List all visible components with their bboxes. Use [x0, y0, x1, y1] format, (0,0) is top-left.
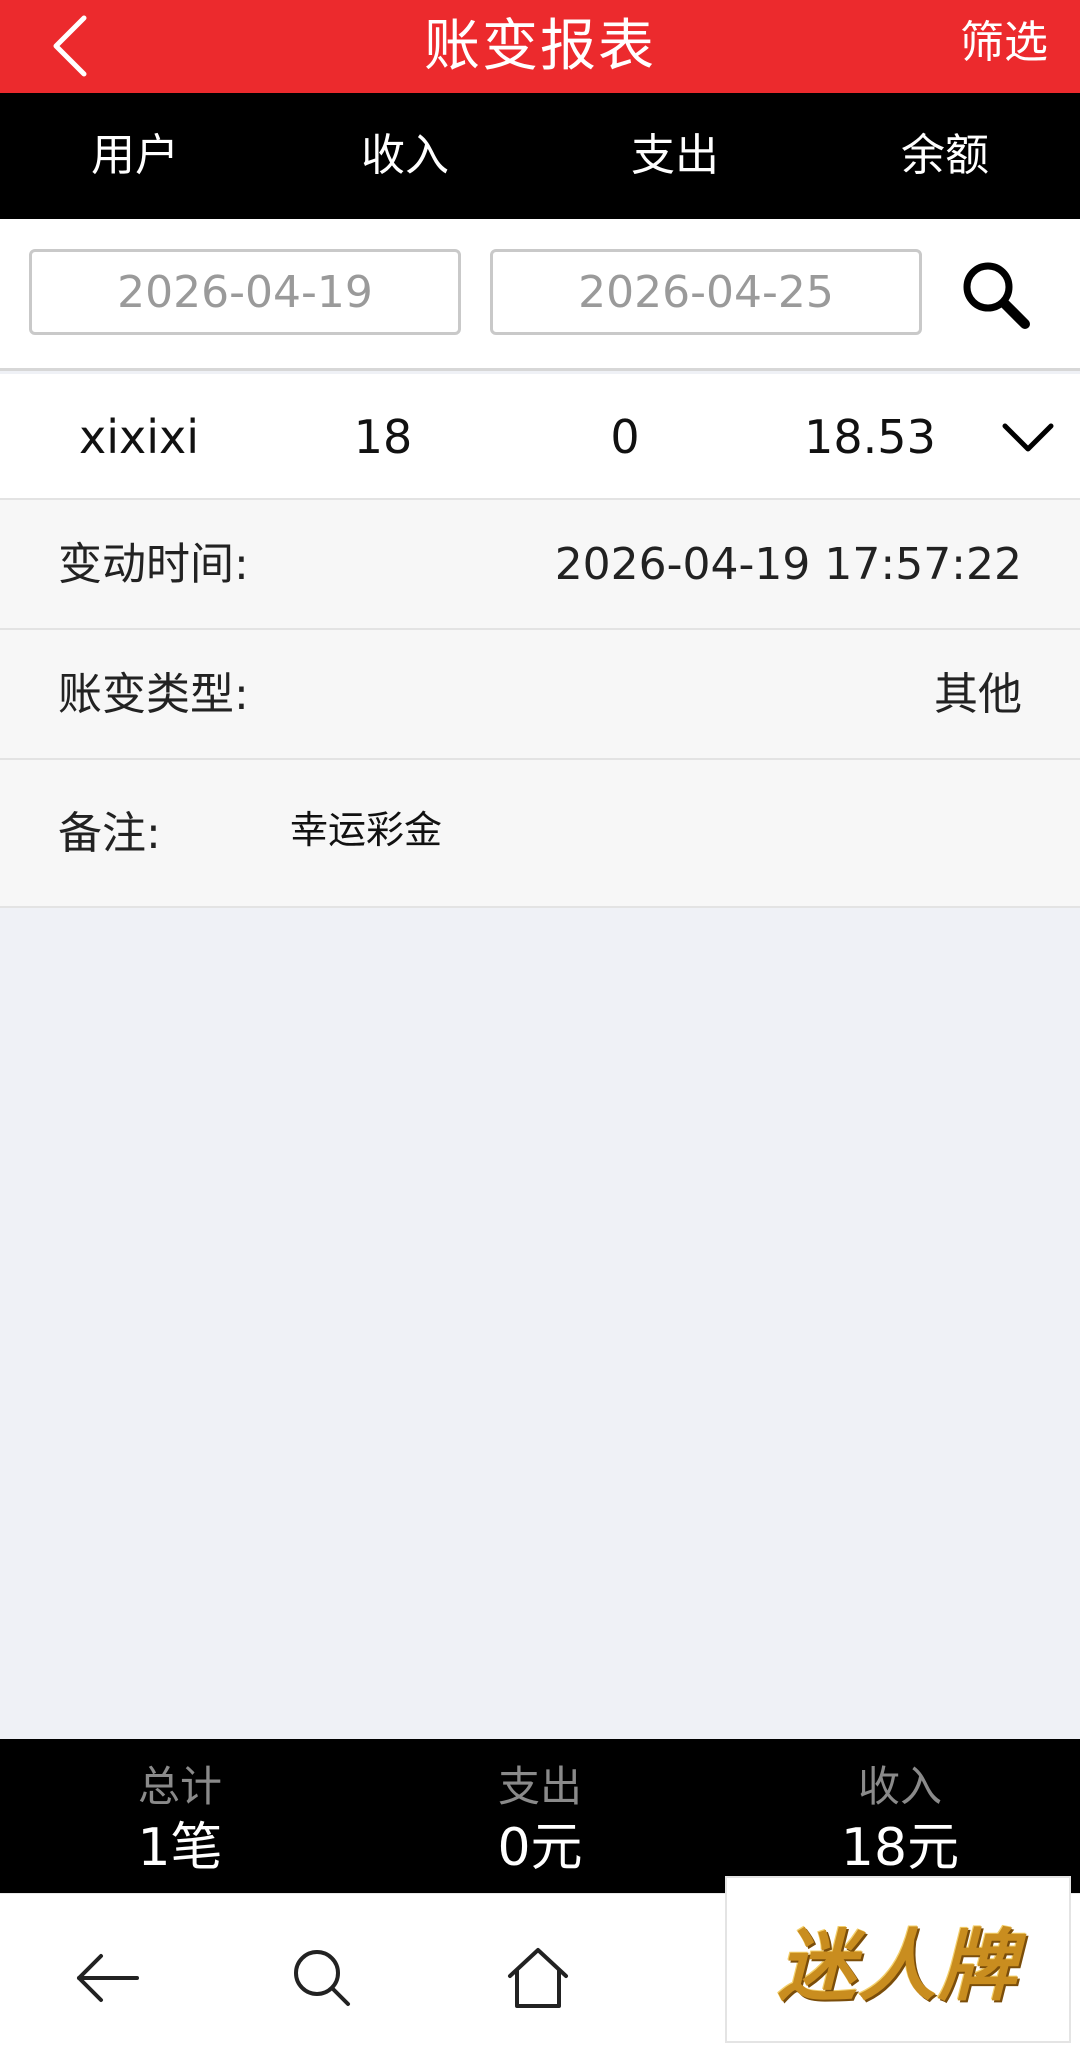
totals-bar: 总计 1笔 支出 0元 收入 18元 [0, 1739, 1080, 1893]
record-balance: 18.53 [804, 410, 936, 464]
totals-income-label: 收入 [857, 1762, 942, 1811]
top-bar: 账变报表 筛选 [0, 0, 1080, 93]
column-header-income: 收入 [361, 130, 449, 181]
totals-expense-value: 0元 [497, 1818, 583, 1878]
totals-count: 总计 1笔 [0, 1739, 360, 1893]
column-header-balance: 余额 [901, 130, 989, 181]
browser-search-button[interactable] [274, 1930, 370, 2026]
detail-time-label: 变动时间: [58, 539, 249, 590]
page-title: 账变报表 [424, 14, 656, 79]
expand-toggle[interactable] [998, 404, 1058, 470]
promo-badge[interactable]: 迷人牌 [725, 1876, 1071, 2043]
record-expense: 0 [610, 410, 640, 464]
record-user: xixixi [78, 410, 199, 464]
record-income: 18 [353, 410, 413, 464]
search-button[interactable] [955, 254, 1035, 334]
browser-back-button[interactable] [60, 1930, 156, 2026]
detail-note-label: 备注: [58, 808, 161, 859]
back-arrow-icon [77, 1954, 139, 2002]
detail-row-time: 变动时间: 2026-04-19 17:57:22 [0, 500, 1080, 630]
filter-button[interactable]: 筛选 [960, 0, 1048, 93]
detail-row-type: 账变类型: 其他 [0, 630, 1080, 760]
browser-home-button[interactable] [490, 1930, 586, 2026]
detail-time-value: 2026-04-19 17:57:22 [554, 539, 1022, 590]
column-header-user: 用户 [91, 130, 179, 181]
totals-expense: 支出 0元 [360, 1739, 720, 1893]
end-date-input[interactable] [490, 249, 922, 335]
detail-note-value: 幸运彩金 [290, 808, 443, 852]
column-header-bar: 用户 收入 支出 余额 [0, 93, 1080, 219]
totals-income-value: 18元 [840, 1818, 960, 1878]
detail-type-label: 账变类型: [58, 669, 249, 720]
search-icon [963, 262, 1030, 329]
detail-type-value: 其他 [934, 669, 1022, 720]
totals-count-value: 1笔 [137, 1818, 223, 1878]
record-row[interactable]: xixixi 18 0 18.53 [0, 374, 1080, 500]
totals-income: 收入 18元 [720, 1739, 1080, 1893]
start-date-input[interactable] [29, 249, 461, 335]
totals-expense-label: 支出 [497, 1762, 582, 1811]
column-header-expense: 支出 [631, 130, 719, 181]
detail-row-note: 备注: 幸运彩金 [0, 760, 1080, 908]
date-filter-row [0, 219, 1080, 371]
home-icon [508, 1948, 568, 2008]
promo-logo: 迷人牌 [777, 1920, 1018, 2012]
totals-count-label: 总计 [137, 1762, 222, 1811]
chevron-down-icon [1002, 423, 1054, 452]
search-icon [294, 1950, 350, 2006]
